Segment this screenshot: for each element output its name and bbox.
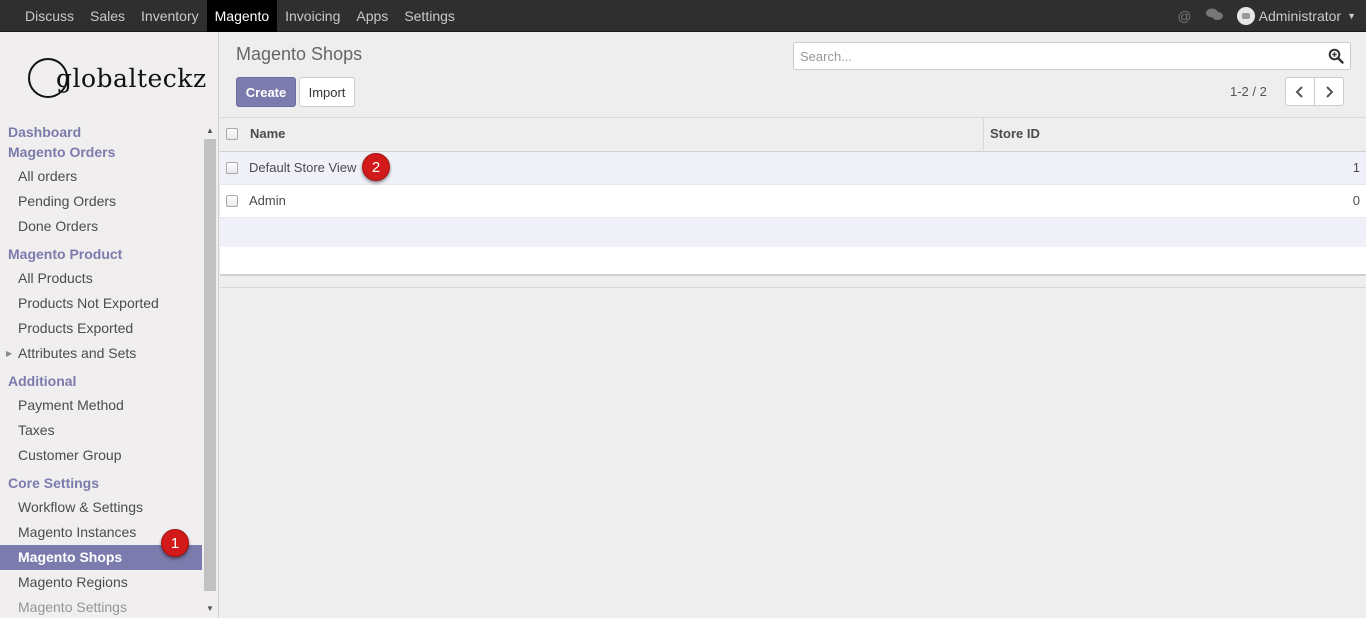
table-footer: [220, 276, 1366, 288]
menu-discuss[interactable]: Discuss: [17, 0, 82, 32]
sidebar-item-customer-group[interactable]: Customer Group: [0, 443, 202, 468]
chevron-left-icon: [1295, 85, 1303, 98]
table-row[interactable]: Admin 0: [220, 185, 1366, 218]
annotation-badge-1: 1: [161, 529, 189, 557]
cell-name: Admin: [249, 193, 286, 208]
empty-row: [220, 247, 1366, 276]
page-title: Magento Shops: [236, 44, 363, 64]
select-all-checkbox[interactable]: [226, 128, 238, 140]
row-checkbox[interactable]: [226, 195, 238, 207]
top-navbar: Discuss Sales Inventory Magento Invoicin…: [0, 0, 1366, 32]
sidebar-item-all-orders[interactable]: All orders: [0, 164, 202, 189]
empty-row: [220, 218, 1366, 247]
main-content: Magento Shops Create Import 1-2 / 2 Name…: [220, 32, 1366, 618]
sidebar-section-product: Magento Product: [8, 246, 123, 262]
sidebar-section-core-settings: Core Settings: [8, 475, 100, 491]
at-icon[interactable]: @: [1177, 8, 1191, 24]
table-row[interactable]: Default Store View 1: [220, 152, 1366, 185]
cell-store-id: 0: [1352, 193, 1360, 208]
sidebar-item-products-exported[interactable]: Products Exported: [0, 316, 202, 341]
pager-next-button[interactable]: [1314, 77, 1344, 106]
cell-store-id: 1: [1352, 160, 1360, 175]
sidebar-section-orders: Magento Orders: [8, 144, 116, 160]
scrollbar-thumb[interactable]: [204, 139, 216, 591]
scroll-up-icon[interactable]: ▲: [206, 126, 214, 135]
sidebar-scrollbar[interactable]: ▲ ▼: [203, 124, 217, 618]
app-menu: Discuss Sales Inventory Magento Invoicin…: [17, 0, 463, 32]
systray: @ Administrator ▼: [1177, 0, 1366, 32]
column-header-name[interactable]: Name: [250, 118, 285, 152]
sidebar-item-attributes-and-sets[interactable]: ▶ Attributes and Sets: [0, 341, 202, 366]
sidebar-item-all-products[interactable]: All Products: [0, 266, 202, 291]
sidebar-item-dashboard[interactable]: Dashboard: [0, 122, 202, 142]
chevron-right-icon: [1326, 85, 1334, 98]
sidebar-section-additional: Additional: [8, 373, 77, 389]
chat-bubbles-svg: [1205, 8, 1223, 20]
sidebar: globalteckz Dashboard Magento Orders All…: [0, 32, 219, 618]
list-table: Name Store ID Default Store View 1 Admin…: [220, 117, 1366, 288]
sidebar-item-magento-regions[interactable]: Magento Regions: [0, 570, 202, 595]
search-box: [793, 42, 1351, 70]
menu-settings[interactable]: Settings: [396, 0, 463, 32]
menu-apps[interactable]: Apps: [348, 0, 396, 32]
sidebar-item-products-not-exported[interactable]: Products Not Exported: [0, 291, 202, 316]
pager-previous-button[interactable]: [1285, 77, 1315, 106]
sidebar-item-pending-orders[interactable]: Pending Orders: [0, 189, 202, 214]
company-logo: globalteckz: [26, 56, 206, 108]
sidebar-item-payment-method[interactable]: Payment Method: [0, 393, 202, 418]
sidebar-item-magento-settings[interactable]: Magento Settings: [0, 595, 202, 618]
menu-sales[interactable]: Sales: [82, 0, 133, 32]
row-checkbox[interactable]: [226, 162, 238, 174]
logo-text: globalteckz: [56, 64, 207, 93]
import-button[interactable]: Import: [299, 77, 355, 107]
menu-magento[interactable]: Magento: [206, 0, 278, 32]
search-icon[interactable]: [1328, 48, 1344, 64]
sidebar-item-taxes[interactable]: Taxes: [0, 418, 202, 443]
column-header-store-id[interactable]: Store ID: [990, 118, 1040, 152]
user-menu[interactable]: Administrator ▼: [1236, 7, 1356, 25]
pager-value[interactable]: 1-2 / 2: [1230, 84, 1267, 99]
menu-invoicing[interactable]: Invoicing: [277, 0, 348, 32]
annotation-badge-2: 2: [362, 153, 390, 181]
menu-inventory[interactable]: Inventory: [133, 0, 207, 32]
table-header: Name Store ID: [220, 117, 1366, 152]
chat-bubbles-icon[interactable]: [1205, 8, 1223, 24]
avatar: [1236, 7, 1255, 25]
cell-name: Default Store View: [249, 160, 357, 175]
column-divider: [983, 118, 984, 152]
create-button[interactable]: Create: [236, 77, 296, 107]
scroll-down-icon[interactable]: ▼: [206, 604, 214, 613]
user-name: Administrator: [1258, 8, 1342, 24]
sidebar-item-workflow-settings[interactable]: Workflow & Settings: [0, 495, 202, 520]
caret-right-icon: ▶: [6, 349, 13, 358]
sidebar-item-label: Attributes and Sets: [18, 345, 137, 361]
sidebar-item-done-orders[interactable]: Done Orders: [0, 214, 202, 239]
caret-down-icon: ▼: [1347, 11, 1356, 21]
search-input[interactable]: [794, 43, 1314, 69]
